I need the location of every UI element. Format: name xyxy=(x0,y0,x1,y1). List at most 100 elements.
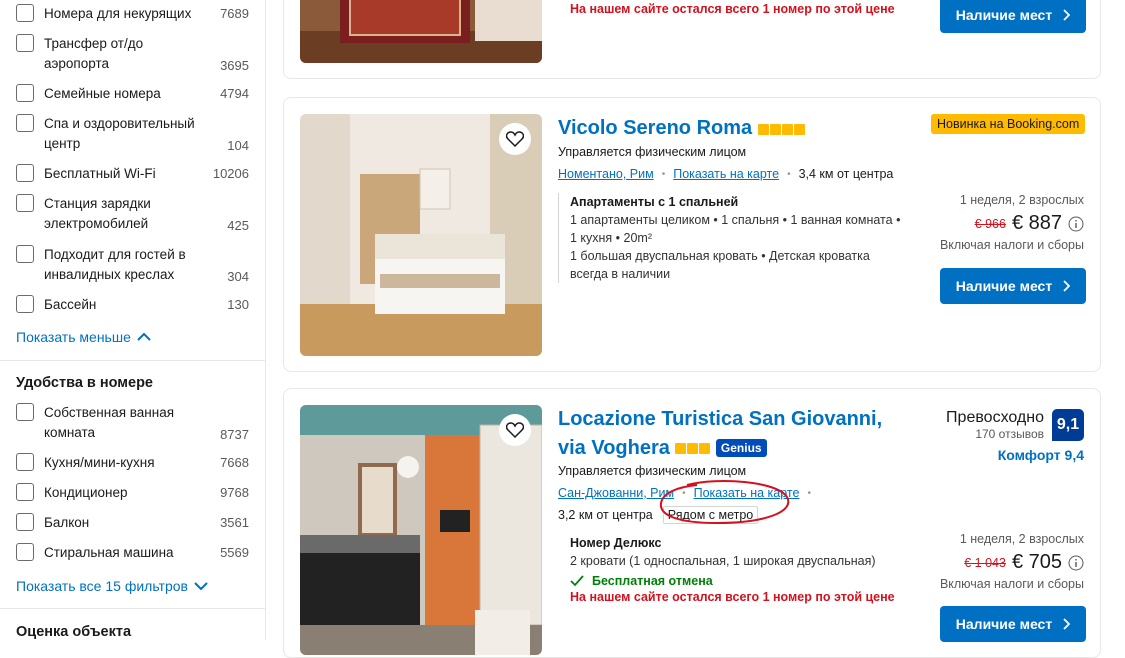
chevron-right-icon xyxy=(1063,280,1071,292)
filter-label: Балкон xyxy=(44,515,90,530)
filter-label: Кухня/мини-кухня xyxy=(44,455,155,470)
rating-word: Превосходно xyxy=(946,409,1044,426)
filter-checkbox[interactable] xyxy=(16,245,34,263)
room-photo-image xyxy=(300,0,542,63)
see-availability-button[interactable]: Наличие мест xyxy=(940,0,1086,33)
filter-count: 3695 xyxy=(220,58,249,73)
save-favorite-button[interactable] xyxy=(499,414,531,446)
filter-count: 130 xyxy=(227,297,249,312)
old-price: € 966 xyxy=(974,216,1006,231)
filter-checkbox[interactable] xyxy=(16,4,34,22)
filter-checkbox[interactable] xyxy=(16,295,34,313)
host-type: Управляется физическим лицом xyxy=(558,464,747,478)
taxes-note: Включая налоги и сборы xyxy=(939,238,1084,252)
filter-label: Собственная ванная комната xyxy=(44,405,175,440)
filter-count: 104 xyxy=(227,138,249,153)
room-details: 1 апартаменты целиком • 1 спальня • 1 ва… xyxy=(570,213,901,227)
filter-checkbox[interactable] xyxy=(16,453,34,471)
review-score: 9,1 xyxy=(1052,409,1084,441)
filter-count: 8737 xyxy=(220,427,249,442)
filter-checkbox[interactable] xyxy=(16,543,34,561)
filter-checkbox[interactable] xyxy=(16,164,34,182)
property-title-row: Vicolo Sereno Roma xyxy=(558,114,806,143)
annotation-ellipse xyxy=(659,480,790,525)
filter-label: Кондиционер xyxy=(44,485,128,500)
filter-checkbox[interactable] xyxy=(16,84,34,102)
low-availability-warning: На нашем сайте остался всего 1 номер по … xyxy=(570,590,895,604)
price-block: 1 неделя, 2 взрослых € 966 € 887 Включая… xyxy=(940,193,1084,252)
filter-checkbox[interactable] xyxy=(16,194,34,212)
bed-details: всегда в наличии xyxy=(570,267,671,281)
filter-count: 5569 xyxy=(220,545,249,560)
low-availability-warning: На нашем сайте остался всего 1 номер по … xyxy=(570,2,895,16)
property-title-row: via Voghera Genius xyxy=(558,434,767,462)
location-row: Номентано, Рим • Показать на карте • 3,4… xyxy=(558,167,894,181)
filter-count: 425 xyxy=(227,218,249,233)
distance-text: 3,2 км от центра xyxy=(558,508,653,522)
taxes-note: Включая налоги и сборы xyxy=(939,577,1084,591)
review-count: 170 отзывов xyxy=(975,427,1044,441)
filter-checkbox[interactable] xyxy=(16,483,34,501)
filter-label: Номера для некурящих xyxy=(44,6,192,21)
heart-icon xyxy=(506,422,524,438)
filter-checkbox[interactable] xyxy=(16,114,34,132)
filter-label: Бассейн xyxy=(44,297,97,312)
show-all-filters-link[interactable]: Показать все 15 фильтров xyxy=(16,578,208,594)
star-icon xyxy=(781,123,793,135)
filter-checkbox[interactable] xyxy=(16,403,34,421)
room-type: Апартаменты с 1 спальней xyxy=(570,195,739,209)
see-availability-button[interactable]: Наличие мест xyxy=(940,268,1086,304)
room-details: 1 кухня • 20m² xyxy=(570,231,653,245)
filter-count: 7689 xyxy=(220,6,249,21)
filter-label: Трансфер от/до аэропорта xyxy=(44,36,144,71)
current-price: € 887 xyxy=(1011,212,1062,234)
comfort-score: Комфорт 9,4 xyxy=(997,447,1084,463)
property-title-line1[interactable]: Locazione Turistica San Giovanni, xyxy=(558,405,882,433)
chevron-right-icon xyxy=(1063,9,1071,21)
see-availability-button[interactable]: Наличие мест xyxy=(940,606,1086,642)
filter-checkbox[interactable] xyxy=(16,513,34,531)
info-icon[interactable] xyxy=(1068,555,1084,571)
star-rating xyxy=(757,115,806,143)
star-icon xyxy=(686,443,698,454)
show-less-link[interactable]: Показать меньше xyxy=(16,329,151,345)
room-info: Апартаменты с 1 спальней 1 апартаменты ц… xyxy=(558,193,910,283)
filter-checkbox[interactable] xyxy=(16,34,34,52)
old-price: € 1 043 xyxy=(964,555,1006,570)
new-on-booking-badge: Новинка на Booking.com xyxy=(931,114,1086,134)
property-title[interactable]: Vicolo Sereno Roma xyxy=(558,117,752,139)
star-icon xyxy=(698,443,710,454)
filter-label: Спа и оздоровительный центр xyxy=(44,116,195,151)
district-link[interactable]: Номентано, Рим xyxy=(558,167,654,181)
heart-icon xyxy=(506,131,524,147)
bed-details: 1 большая двуспальная кровать • Детская … xyxy=(570,249,870,263)
price-block: 1 неделя, 2 взрослых € 1 043 € 705 Включ… xyxy=(940,532,1084,591)
star-icon xyxy=(769,123,781,135)
filter-count: 4794 xyxy=(220,86,249,101)
filter-count: 10206 xyxy=(212,166,249,181)
star-icon xyxy=(674,443,686,454)
filter-label: Семейные номера xyxy=(44,86,161,101)
show-on-map-link[interactable]: Показать на карте xyxy=(673,167,779,181)
filter-label: Стиральная машина xyxy=(44,545,174,560)
property-title-line2[interactable]: via Voghera xyxy=(558,434,670,462)
save-favorite-button[interactable] xyxy=(499,123,531,155)
genius-badge: Genius xyxy=(715,439,767,457)
info-icon[interactable] xyxy=(1068,216,1084,232)
star-rating xyxy=(674,434,711,462)
property-card: Locazione Turistica San Giovanni, via Vo… xyxy=(283,388,1101,658)
property-card: На нашем сайте остался всего 1 номер по … xyxy=(283,0,1101,79)
checkmark-icon xyxy=(570,575,584,587)
chevron-down-icon xyxy=(194,582,208,591)
filter-label: Подходит для гостей в инвалидных креслах xyxy=(44,247,186,282)
property-photo[interactable] xyxy=(300,0,542,63)
cancellation-row: Бесплатная отмена xyxy=(558,574,898,588)
room-info: Номер Делюкс 2 кровати (1 односпальная, … xyxy=(558,534,898,604)
star-icon xyxy=(793,123,805,135)
bed-details: 2 кровати (1 односпальная, 1 широкая дву… xyxy=(570,554,876,568)
current-price: € 705 xyxy=(1011,551,1062,573)
property-rating-title: Оценка объекта xyxy=(16,624,132,640)
filter-label: Бесплатный Wi-Fi xyxy=(44,166,156,181)
property-card: Vicolo Sereno Roma Управляется физически… xyxy=(283,97,1101,372)
review-block[interactable]: Превосходно 170 отзывов 9,1 Комфорт 9,4 xyxy=(946,409,1084,463)
